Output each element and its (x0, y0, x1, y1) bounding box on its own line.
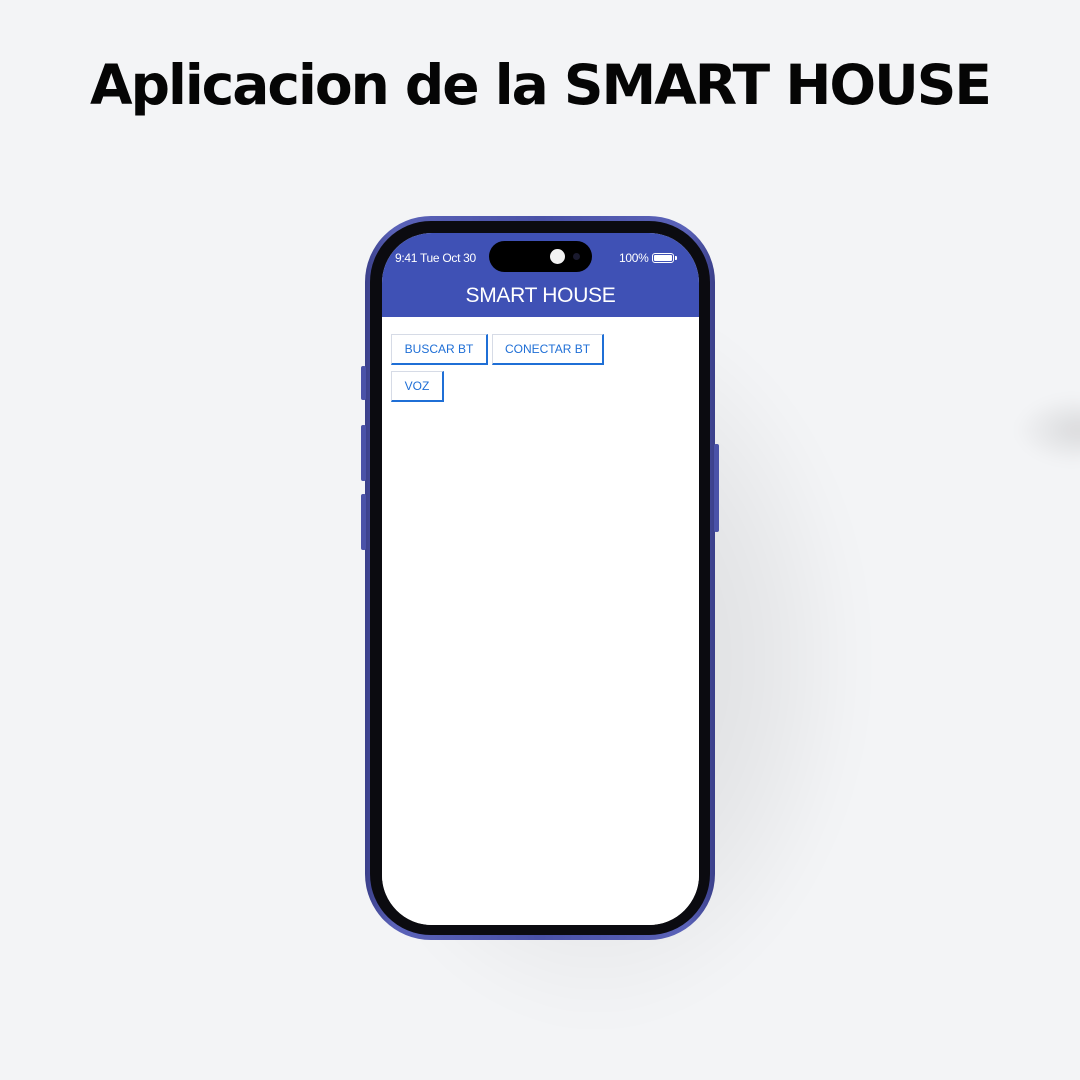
battery-tip-icon (675, 256, 677, 260)
volume-up-button (361, 425, 366, 481)
connect-bt-button[interactable]: CONECTAR BT (492, 334, 604, 365)
volume-down-button (361, 494, 366, 550)
app-header: 9:41 Tue Oct 30 100% SMART HOUSE (382, 233, 699, 317)
status-time: 9:41 Tue Oct 30 (395, 251, 476, 265)
app-title: SMART HOUSE (465, 284, 616, 307)
phone-screen: 9:41 Tue Oct 30 100% SMART HOUSE BUSCAR … (382, 233, 699, 925)
battery-percentage: 100% (619, 251, 649, 265)
search-bt-button[interactable]: BUSCAR BT (391, 334, 488, 365)
front-camera-icon (573, 253, 580, 260)
dynamic-island (489, 241, 592, 272)
voice-button[interactable]: VOZ (391, 371, 444, 402)
battery-fill (654, 255, 672, 261)
action-button (361, 366, 366, 400)
battery-full-icon (652, 253, 674, 263)
app-body: BUSCAR BT CONECTAR BT VOZ (382, 317, 699, 925)
page-heading: Aplicacion de la SMART HOUSE (90, 53, 992, 117)
power-button (714, 444, 719, 532)
island-indicator-icon (550, 249, 565, 264)
background-shadow (1015, 395, 1080, 465)
